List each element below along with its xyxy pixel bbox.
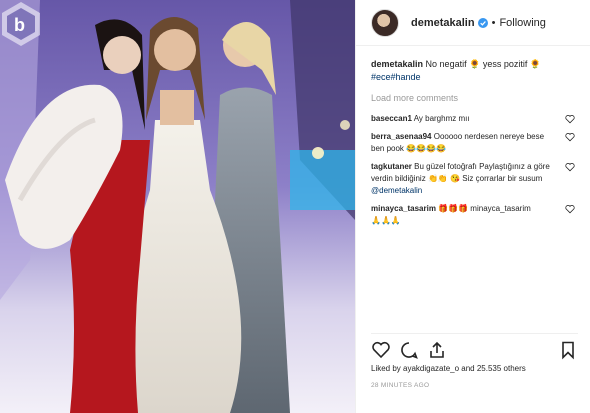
comment-username[interactable]: tagkutaner <box>371 162 412 171</box>
post-timestamp: 28 MINUTES AGO <box>371 382 430 389</box>
comment-username[interactable]: minayca_tasarim <box>371 204 436 213</box>
heart-icon[interactable] <box>565 204 575 214</box>
svg-text:b: b <box>14 15 25 35</box>
post-header: demetakalin • Following <box>356 0 590 46</box>
comment-text: minayca_tasarim <box>470 204 531 213</box>
caption-hashtags[interactable]: #ece#hande <box>371 72 421 82</box>
heart-icon[interactable] <box>565 162 575 172</box>
sunflower-emoji-icon: 🌻 <box>469 59 481 69</box>
comment-item: minayca_tasarim 🎁🎁🎁 minayca_tasarim 🙏🙏🙏 <box>371 203 575 227</box>
avatar[interactable] <box>371 8 399 37</box>
action-bar <box>371 333 578 360</box>
emoji-icon: 😘 <box>450 174 461 183</box>
load-more-comments-link[interactable]: Load more comments <box>371 92 575 105</box>
heart-icon[interactable] <box>371 340 391 360</box>
post-photo[interactable]: b <box>0 0 355 413</box>
sunflower-emoji-icon: 🌻 <box>529 59 542 69</box>
comment-text: Ay barghmz mıı <box>413 114 470 123</box>
heart-icon[interactable] <box>565 114 575 124</box>
likes-summary[interactable]: Liked by ayakdigazate_o and 25.535 other… <box>371 364 526 373</box>
comments-area: demetakalin No negatif 🌻 yess pozitif 🌻 … <box>356 46 590 227</box>
emoji-icon: 😂😂😂😂 <box>406 144 446 153</box>
verified-badge-icon <box>477 17 488 28</box>
comment-item: berra_asenaa94 Oooooo nerdesen nereye be… <box>371 131 575 155</box>
caption-username[interactable]: demetakalin <box>371 59 423 69</box>
comment-item: tagkutaner Bu güzel fotoğrafı Paylaştığı… <box>371 161 575 197</box>
comment-username[interactable]: baseccan1 <box>371 114 412 123</box>
header-separator: • <box>491 16 496 29</box>
comment-text-2: Siz çorrarlar bir susum <box>462 174 543 183</box>
following-button[interactable]: Following <box>499 17 545 29</box>
comment-mention[interactable]: @demetakalin <box>371 186 422 195</box>
emoji-icon: 🙏🙏🙏 <box>371 216 401 225</box>
caption-text: No negatif <box>425 59 467 69</box>
caption-text-2: yess pozitif <box>482 59 528 69</box>
comment-icon[interactable] <box>399 340 419 360</box>
header-username[interactable]: demetakalin <box>411 17 475 29</box>
emoji-icon: 🎁🎁🎁 <box>438 204 469 213</box>
comment-item: baseccan1 Ay barghmz mıı <box>371 113 575 125</box>
emoji-icon: 👏👏 <box>427 174 448 183</box>
comment-username[interactable]: berra_asenaa94 <box>371 132 432 141</box>
caption: demetakalin No negatif 🌻 yess pozitif 🌻 … <box>371 58 575 84</box>
heart-icon[interactable] <box>565 132 575 142</box>
post-side-panel: demetakalin • Following demetakalin No n… <box>355 0 590 413</box>
bookmark-icon[interactable] <box>558 340 578 360</box>
share-icon[interactable] <box>427 340 447 360</box>
watermark-logo-icon: b <box>2 2 40 46</box>
photo-scene <box>0 0 355 413</box>
